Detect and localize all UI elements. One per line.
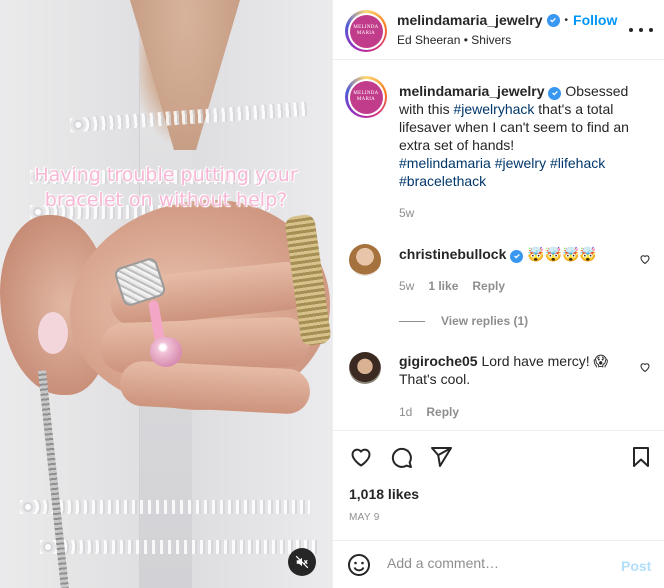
like-comment-heart-icon[interactable] bbox=[639, 361, 651, 373]
emoji-icon[interactable] bbox=[347, 553, 371, 577]
post-media[interactable]: Having trouble putting your bracelet on … bbox=[0, 0, 332, 588]
brand-logo: MELINDA MARIA bbox=[349, 14, 383, 48]
audio-artist: Ed Sheeran bbox=[397, 33, 461, 47]
reply-button[interactable]: Reply bbox=[426, 405, 459, 419]
comment-age: 5w bbox=[399, 279, 415, 293]
lace-trim bbox=[40, 540, 320, 554]
comment-username[interactable]: christinebullock bbox=[399, 246, 506, 262]
verified-badge-icon bbox=[546, 13, 560, 27]
caption-username[interactable]: melindamaria_jewelry bbox=[399, 83, 545, 99]
separator: • bbox=[564, 14, 569, 26]
comment-input[interactable] bbox=[387, 555, 607, 571]
share-paper-plane-icon[interactable] bbox=[429, 445, 453, 469]
comment-age: 1d bbox=[399, 405, 413, 419]
post-comment-button[interactable]: Post bbox=[621, 558, 651, 574]
avatar[interactable] bbox=[349, 352, 381, 384]
comment-likes[interactable]: 1 like bbox=[428, 279, 458, 293]
comment-text: christinebullock 🤯🤯🤯🤯 bbox=[399, 245, 633, 263]
hashtag-link[interactable]: #bracelethack bbox=[399, 173, 486, 189]
comment-body: 🤯🤯🤯🤯 bbox=[527, 246, 597, 262]
pink-gemstone bbox=[150, 337, 182, 367]
comment-bubble-icon[interactable] bbox=[389, 445, 413, 469]
username-link[interactable]: melindamaria_jewelry bbox=[397, 12, 543, 28]
likes-count[interactable]: 1,018 likes bbox=[349, 486, 419, 502]
lace-trim bbox=[20, 500, 310, 514]
avatar[interactable] bbox=[349, 244, 381, 276]
save-bookmark-icon[interactable] bbox=[629, 445, 653, 469]
verified-badge-icon bbox=[510, 249, 524, 263]
post-date: MAY 9 bbox=[349, 512, 380, 523]
fingernail bbox=[38, 312, 68, 354]
comment-text: gigiroche05 Lord have mercy! 😱 That's co… bbox=[399, 352, 633, 388]
post-actions bbox=[333, 430, 664, 490]
hashtag-link[interactable]: #lifehack bbox=[550, 155, 605, 171]
hashtag-link[interactable]: #melindamaria bbox=[399, 155, 491, 171]
hashtag-link[interactable]: #jewelryhack bbox=[453, 101, 534, 117]
finger bbox=[118, 360, 312, 415]
view-replies-label: View replies (1) bbox=[441, 314, 529, 328]
comment-username[interactable]: gigiroche05 bbox=[399, 353, 478, 369]
post-header: MELINDA MARIA melindamaria_jewelry • Fol… bbox=[333, 0, 664, 60]
brand-logo: MELINDA MARIA bbox=[349, 80, 383, 114]
like-heart-icon[interactable] bbox=[349, 445, 373, 469]
avatar[interactable]: MELINDA MARIA bbox=[345, 76, 387, 118]
header-user-line: melindamaria_jewelry • Follow bbox=[397, 12, 617, 28]
more-options-icon[interactable] bbox=[629, 22, 653, 38]
follow-button[interactable]: Follow bbox=[573, 12, 617, 28]
mute-button[interactable] bbox=[288, 548, 316, 576]
hashtag-link[interactable]: #jewelry bbox=[495, 155, 546, 171]
audio-track: Shivers bbox=[471, 33, 512, 47]
verified-badge-icon bbox=[548, 86, 562, 100]
audio-link[interactable]: Ed Sheeran • Shivers bbox=[397, 33, 511, 47]
caption-text: melindamaria_jewelry Obsessed with this … bbox=[399, 82, 649, 190]
speaker-muted-icon bbox=[295, 555, 309, 569]
audio-separator: • bbox=[463, 33, 468, 47]
post-sidebar: MELINDA MARIA melindamaria_jewelry • Fol… bbox=[332, 0, 664, 588]
divider bbox=[399, 320, 425, 322]
reply-button[interactable]: Reply bbox=[472, 279, 505, 293]
video-overlay-text: Having trouble putting your bracelet on … bbox=[34, 164, 298, 211]
view-replies-button[interactable]: View replies (1) bbox=[399, 314, 528, 328]
caption-age: 5w bbox=[399, 206, 415, 220]
comment-meta: 5w 1 like Reply bbox=[399, 279, 505, 293]
add-comment-bar: Post bbox=[333, 540, 664, 588]
comment-meta: 1d Reply bbox=[399, 405, 459, 419]
like-comment-heart-icon[interactable] bbox=[639, 253, 651, 265]
avatar[interactable]: MELINDA MARIA bbox=[345, 10, 387, 52]
